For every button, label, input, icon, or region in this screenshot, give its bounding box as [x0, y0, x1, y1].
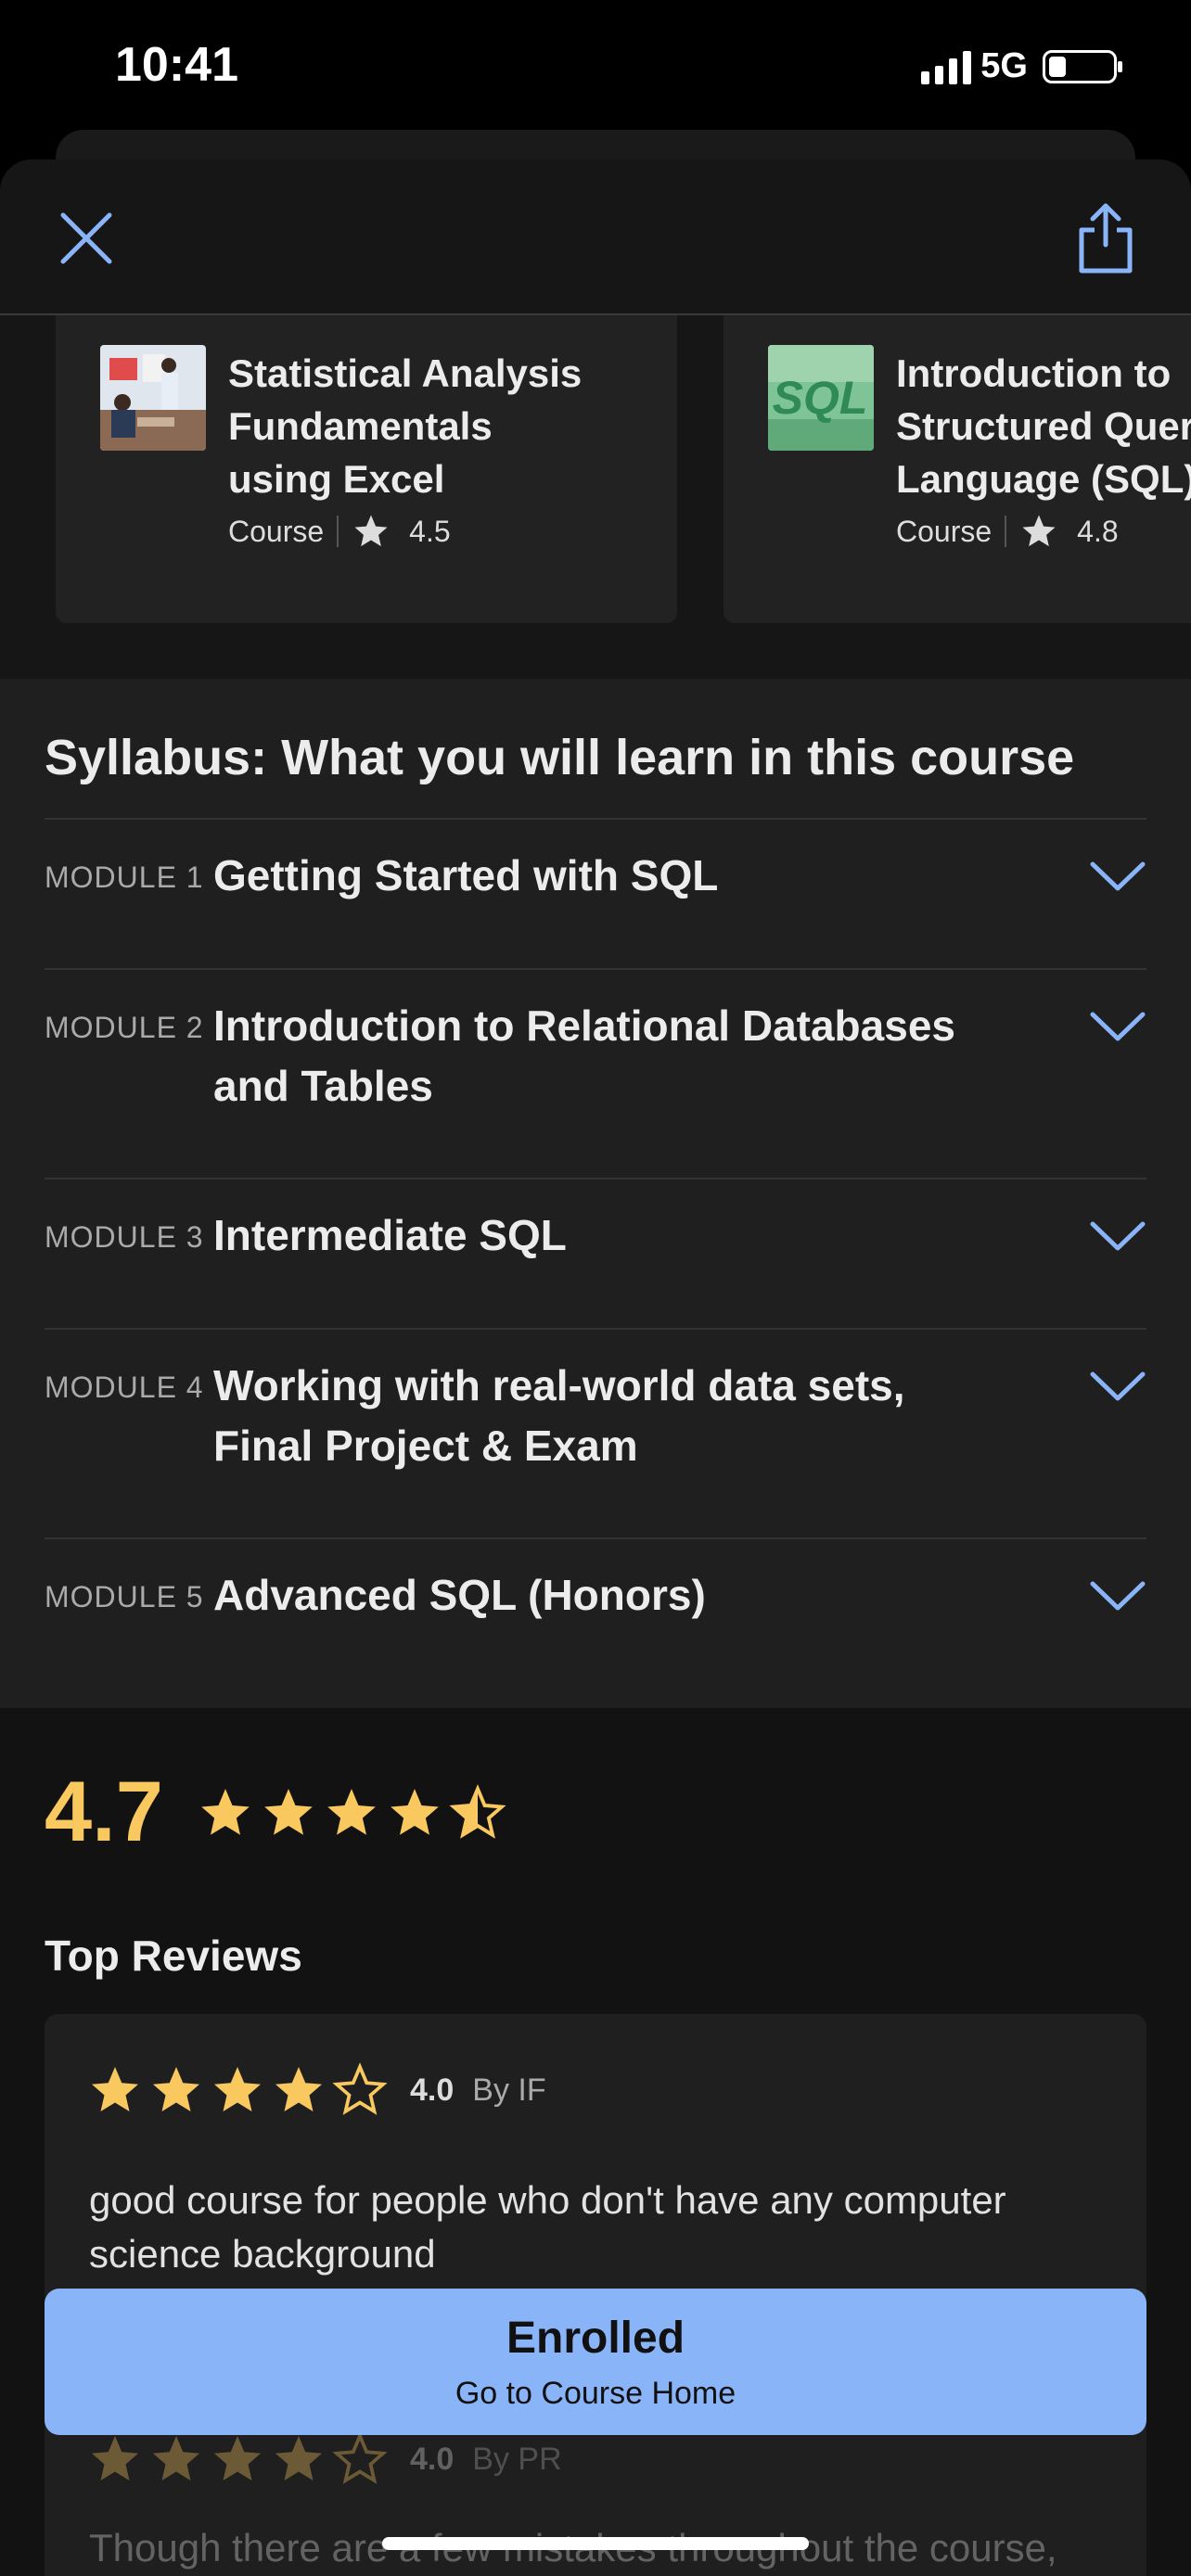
- module-row[interactable]: MODULE 2 Introduction to Relational Data…: [45, 968, 1146, 1178]
- status-bar: 10:41 5G: [0, 0, 1191, 139]
- course-rating: 4.5: [409, 514, 451, 548]
- related-courses: Statistical Analysis Fundamentals using …: [0, 315, 1191, 679]
- module-title: Intermediate SQL: [213, 1211, 567, 1259]
- chevron-down-icon[interactable]: [1089, 1369, 1146, 1404]
- average-rating: 4.7: [45, 1765, 163, 1859]
- star-icon: [264, 1789, 313, 1835]
- course-title: Introduction to Structured Quer Language…: [896, 351, 1191, 501]
- empty-star-icon: [332, 2431, 388, 2484]
- module-number: MODULE 4: [45, 1371, 204, 1404]
- empty-star-icon: [332, 2062, 388, 2115]
- star-icon: [153, 2067, 199, 2111]
- review-rating: 4.0 By PR: [87, 2431, 562, 2487]
- course-sheet: Statistical Analysis Fundamentals using …: [0, 159, 1191, 2576]
- module-title: Introduction to Relational Databases and…: [213, 1001, 955, 1110]
- cta-subtitle: Go to Course Home: [455, 2376, 736, 2411]
- photo-thumbnail: [100, 345, 206, 451]
- module-title: Working with real-world data sets, Final…: [213, 1361, 905, 1470]
- star-icon: [275, 2067, 322, 2111]
- module-number: MODULE 1: [45, 861, 204, 894]
- module-number: MODULE 2: [45, 1011, 204, 1044]
- star-icon: [92, 2436, 138, 2480]
- review-text: good course for people who don't have an…: [89, 2178, 1006, 2276]
- divider: [337, 516, 339, 547]
- ratings-section: 4.7 Top Reviews 4.0 By IF good course fo…: [0, 1708, 1191, 2576]
- course-meta: Course 4.8: [896, 512, 1119, 551]
- syllabus-title: Syllabus: What you will learn in this co…: [45, 730, 1075, 785]
- share-icon[interactable]: [1076, 202, 1135, 274]
- divider: [1005, 516, 1007, 547]
- star-icon: [354, 515, 388, 547]
- average-stars: [197, 1784, 506, 1842]
- star-icon: [92, 2067, 138, 2111]
- module-title: Advanced SQL (Honors): [213, 1571, 706, 1619]
- syllabus-section: Syllabus: What you will learn in this co…: [0, 679, 1191, 1708]
- review-rating: 4.0 By IF: [87, 2062, 546, 2118]
- half-star-icon: [449, 1784, 506, 1839]
- status-indicators: 5G: [921, 46, 1122, 86]
- review-score: 4.0: [410, 2441, 455, 2477]
- star-icon: [391, 1789, 439, 1835]
- course-type: Course: [896, 514, 992, 548]
- close-icon[interactable]: [56, 208, 117, 269]
- module-row[interactable]: MODULE 1 Getting Started with SQL: [45, 818, 1146, 968]
- module-title: Getting Started with SQL: [213, 851, 719, 899]
- network-label: 5G: [980, 46, 1028, 85]
- review-author: By PR: [472, 2441, 562, 2477]
- status-time: 10:41: [115, 38, 238, 92]
- sql-thumbnail: SQL: [768, 345, 874, 451]
- top-reviews-heading: Top Reviews: [45, 1932, 302, 1980]
- chevron-down-icon[interactable]: [1089, 1009, 1146, 1044]
- course-title: Statistical Analysis Fundamentals using …: [228, 351, 583, 501]
- star-icon: [214, 2436, 261, 2480]
- module-number: MODULE 5: [45, 1580, 204, 1613]
- star-icon: [1022, 515, 1056, 547]
- chevron-down-icon[interactable]: [1089, 1578, 1146, 1613]
- signal-icon: [921, 49, 972, 84]
- star-icon: [214, 2067, 261, 2111]
- star-icon: [153, 2436, 199, 2480]
- star-icon: [201, 1789, 250, 1835]
- course-card[interactable]: SQL Introduction to Structured Quer Lang…: [724, 315, 1191, 623]
- sql-thumbnail-text: SQL: [773, 372, 868, 424]
- sheet-header: [0, 159, 1191, 315]
- course-type: Course: [228, 514, 325, 548]
- review-author: By IF: [472, 2072, 546, 2108]
- chevron-down-icon[interactable]: [1089, 1218, 1146, 1254]
- home-indicator[interactable]: [382, 2537, 809, 2550]
- module-row[interactable]: MODULE 4 Working with real-world data se…: [45, 1328, 1146, 1537]
- star-icon: [327, 1789, 376, 1835]
- course-card[interactable]: Statistical Analysis Fundamentals using …: [56, 315, 677, 623]
- module-row[interactable]: MODULE 5 Advanced SQL (Honors): [45, 1537, 1146, 1688]
- enrolled-button[interactable]: Enrolled Go to Course Home: [45, 2289, 1146, 2435]
- module-row[interactable]: MODULE 3 Intermediate SQL: [45, 1178, 1146, 1328]
- battery-icon: [1043, 49, 1122, 83]
- module-number: MODULE 3: [45, 1220, 204, 1254]
- cta-title: Enrolled: [506, 2314, 685, 2363]
- course-meta: Course 4.5: [228, 512, 451, 551]
- chevron-down-icon[interactable]: [1089, 859, 1146, 894]
- star-icon: [275, 2436, 322, 2480]
- course-rating: 4.8: [1077, 514, 1119, 548]
- review-score: 4.0: [410, 2072, 455, 2108]
